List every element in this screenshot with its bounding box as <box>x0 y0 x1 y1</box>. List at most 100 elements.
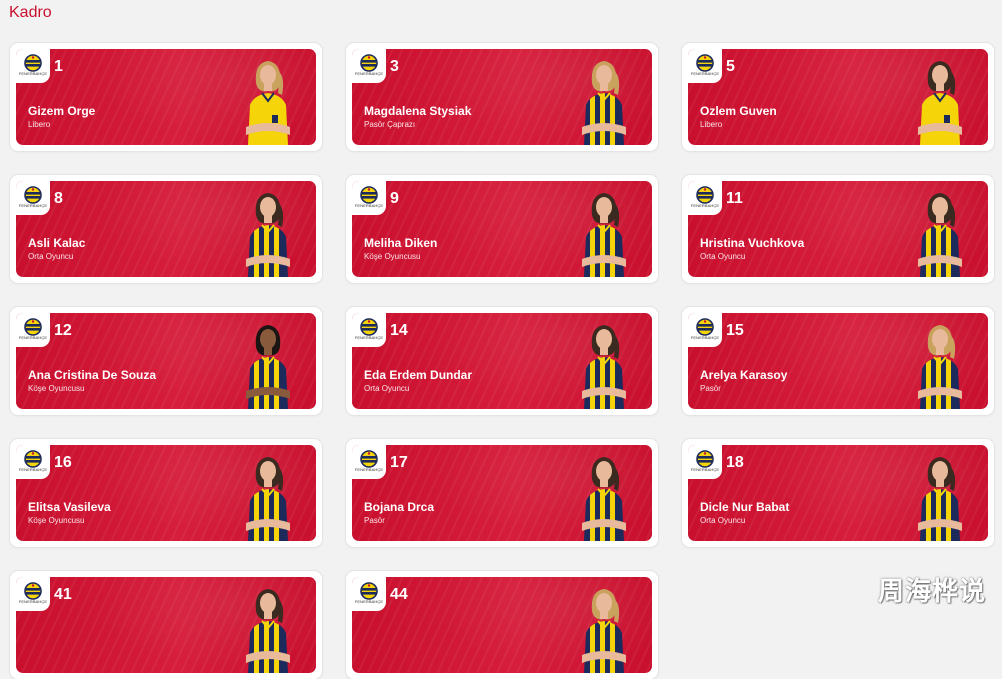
player-card[interactable]: FENERBAHÇE 3 Magdalena Stysiak Pasör Çapraz… <box>346 43 658 151</box>
club-logo-icon <box>696 186 714 204</box>
player-card[interactable]: FENERBAHÇE 9 Meliha Diken Köşe Oyuncusu <box>346 175 658 283</box>
club-badge: FENERBAHÇE <box>16 181 50 215</box>
club-logo-icon <box>360 186 378 204</box>
player-name: Bojana Drca <box>364 500 435 514</box>
club-badge: FENERBAHÇE <box>688 445 722 479</box>
player-name: Magdalena Stysiak <box>364 104 472 118</box>
player-photo <box>918 457 962 541</box>
player-card-panel: FENERBAHÇE 8 Asli Kalac Orta Oyuncu <box>16 181 316 277</box>
club-badge: FENERBAHÇE <box>352 445 386 479</box>
player-position: Köşe Oyuncusu <box>364 252 421 261</box>
club-logo-icon <box>24 450 42 468</box>
player-number: 15 <box>726 322 744 339</box>
player-position: Orta Oyuncu <box>700 252 746 261</box>
player-position: Orta Oyuncu <box>700 516 746 525</box>
club-badge: FENERBAHÇE <box>352 577 386 611</box>
club-badge: FENERBAHÇE <box>16 49 50 83</box>
club-logo-text: FENERBAHÇE <box>354 335 384 340</box>
club-logo-icon <box>360 450 378 468</box>
club-logo-text: FENERBAHÇE <box>354 599 384 604</box>
player-number: 44 <box>390 586 408 603</box>
player-card-panel: FENERBAHÇE 17 Bojana Drca Pasör <box>352 445 652 541</box>
player-number: 16 <box>54 454 72 471</box>
player-name: Eda Erdem Dundar <box>364 368 473 382</box>
player-photo <box>582 589 626 673</box>
club-logo-icon <box>24 582 42 600</box>
player-position: Libero <box>700 120 723 129</box>
club-badge: FENERBAHÇE <box>16 313 50 347</box>
player-number: 18 <box>726 454 744 471</box>
player-photo <box>246 325 290 409</box>
club-logo-text: FENERBAHÇE <box>690 71 720 76</box>
player-position: Orta Oyuncu <box>364 384 410 393</box>
player-card-panel: FENERBAHÇE 18 Dicle Nur Babat Orta Oyuncu <box>688 445 988 541</box>
club-badge: FENERBAHÇE <box>352 181 386 215</box>
player-number: 8 <box>54 190 63 207</box>
player-photo <box>582 193 626 277</box>
player-card[interactable]: FENERBAHÇE 16 Elitsa Vasileva Köşe Oyuncusu <box>10 439 322 547</box>
player-card[interactable]: FENERBAHÇE 8 Asli Kalac Orta Oyuncu <box>10 175 322 283</box>
club-badge: FENERBAHÇE <box>16 445 50 479</box>
player-number: 12 <box>54 322 72 339</box>
player-name: Gizem Orge <box>28 104 96 118</box>
club-logo-text: FENERBAHÇE <box>18 599 48 604</box>
player-position: Köşe Oyuncusu <box>28 384 85 393</box>
page-title: Kadro <box>9 4 52 21</box>
player-card[interactable]: FENERBAHÇE 11 Hristina Vuchkova Orta Oyuncu <box>682 175 994 283</box>
watermark: 周海桦说 <box>877 577 986 607</box>
club-logo-text: FENERBAHÇE <box>690 335 720 340</box>
player-name: Ana Cristina De Souza <box>28 368 157 382</box>
player-card[interactable]: FENERBAHÇE 17 Bojana Drca Pasör <box>346 439 658 547</box>
club-badge: FENERBAHÇE <box>688 313 722 347</box>
club-badge: FENERBAHÇE <box>16 577 50 611</box>
player-card-panel: FENERBAHÇE 12 Ana Cristina De Souza Köşe Oy… <box>16 313 316 409</box>
club-logo-text: FENERBAHÇE <box>18 467 48 472</box>
player-card[interactable]: FENERBAHÇE 18 Dicle Nur Babat Orta Oyuncu <box>682 439 994 547</box>
club-badge: FENERBAHÇE <box>352 313 386 347</box>
player-number: 11 <box>726 190 743 207</box>
player-photo <box>246 457 290 541</box>
player-card-panel: FENERBAHÇE 1 Gizem Orge Libero <box>16 49 316 145</box>
club-logo-icon <box>360 318 378 336</box>
club-badge: FENERBAHÇE <box>688 181 722 215</box>
club-logo-text: FENERBAHÇE <box>354 71 384 76</box>
player-name: Dicle Nur Babat <box>700 500 790 514</box>
player-card-panel: FENERBAHÇE 11 Hristina Vuchkova Orta Oyuncu <box>688 181 988 277</box>
player-card[interactable]: FENERBAHÇE 14 Eda Erdem Dundar Orta Oyuncu <box>346 307 658 415</box>
player-card-panel: FENERBAHÇE 15 Arelya Karasoy Pasör <box>688 313 988 409</box>
player-card[interactable]: FENERBAHÇE 5 Ozlem Guven Libero <box>682 43 994 151</box>
club-logo-text: FENERBAHÇE <box>18 71 48 76</box>
player-position: Pasör Çaprazı <box>364 120 416 129</box>
player-name: Meliha Diken <box>364 236 438 250</box>
player-card[interactable]: FENERBAHÇE 12 Ana Cristina De Souza Köşe Oy… <box>10 307 322 415</box>
player-photo <box>246 193 290 277</box>
club-logo-icon <box>696 54 714 72</box>
player-position: Köşe Oyuncusu <box>28 516 85 525</box>
club-badge: FENERBAHÇE <box>688 49 722 83</box>
player-position: Pasör <box>364 516 385 525</box>
player-card[interactable]: FENERBAHÇE 41 <box>10 571 322 679</box>
club-logo-icon <box>696 318 714 336</box>
player-photo <box>918 325 962 409</box>
player-position: Orta Oyuncu <box>28 252 74 261</box>
club-logo-text: FENERBAHÇE <box>354 467 384 472</box>
club-logo-icon <box>24 54 42 72</box>
player-name: Elitsa Vasileva <box>28 500 111 514</box>
player-name: Hristina Vuchkova <box>700 236 805 250</box>
player-photo <box>918 61 962 145</box>
player-photo <box>246 589 290 673</box>
club-logo-icon <box>24 186 42 204</box>
player-photo <box>918 193 962 277</box>
player-name: Arelya Karasoy <box>700 368 788 382</box>
player-card[interactable]: FENERBAHÇE 1 Gizem Orge Libero <box>10 43 322 151</box>
club-logo-icon <box>24 318 42 336</box>
player-card[interactable]: FENERBAHÇE 44 <box>346 571 658 679</box>
player-card[interactable]: FENERBAHÇE 15 Arelya Karasoy Pasör <box>682 307 994 415</box>
club-logo-text: FENERBAHÇE <box>354 203 384 208</box>
club-logo-text: FENERBAHÇE <box>18 203 48 208</box>
player-card-panel: FENERBAHÇE 5 Ozlem Guven Libero <box>688 49 988 145</box>
player-number: 5 <box>726 58 735 75</box>
player-number: 1 <box>54 58 63 75</box>
player-photo <box>582 325 626 409</box>
player-card-panel: FENERBAHÇE 14 Eda Erdem Dundar Orta Oyuncu <box>352 313 652 409</box>
